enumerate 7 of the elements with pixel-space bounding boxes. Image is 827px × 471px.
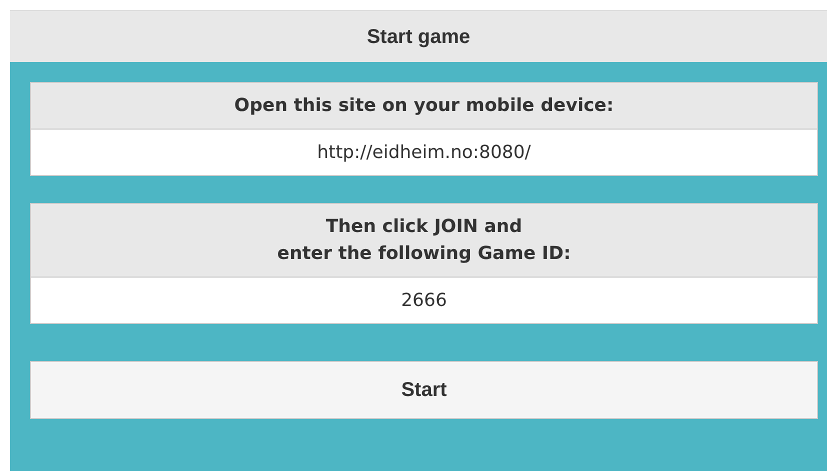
panel-value: http://eidheim.no:8080/ [317, 141, 531, 165]
panel-heading: Open this site on your mobile device: [233, 94, 615, 118]
start-button[interactable]: Start [30, 361, 818, 419]
header-title: Start game [10, 10, 827, 62]
panel-heading: Then click JOIN and [324, 215, 524, 239]
panel-value: 2666 [401, 289, 447, 313]
panel-heading: enter the following Game ID: [276, 242, 572, 266]
